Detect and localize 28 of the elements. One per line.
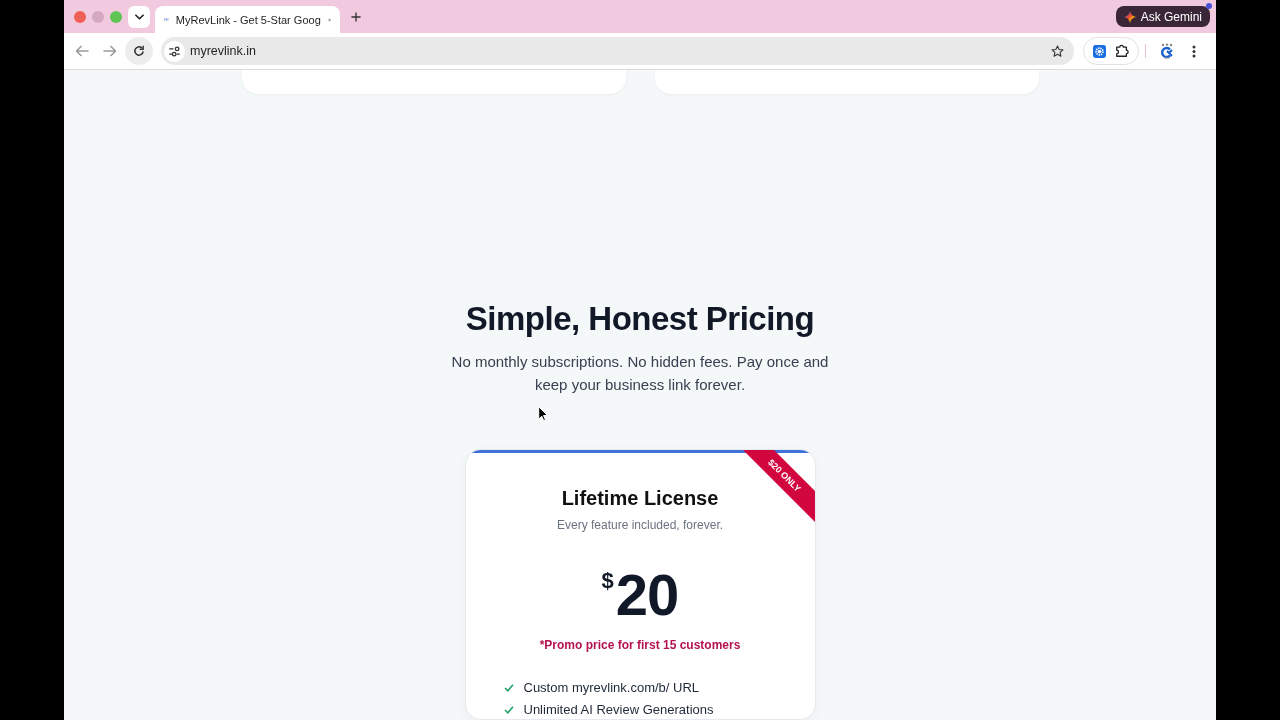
section-subtitle: No monthly subscriptions. No hidden fees. Pay once and keep your business link forever. bbox=[450, 352, 830, 395]
price-amount: 20 bbox=[615, 567, 679, 623]
browser-tab[interactable]: MyRevLink - Get 5-Star Goog bbox=[155, 6, 340, 33]
plan-tagline: Every feature included, forever. bbox=[556, 517, 724, 533]
check-icon bbox=[503, 705, 514, 714]
tune-icon[interactable] bbox=[164, 40, 185, 62]
feature-text: Unlimited AI Review Generations bbox=[523, 701, 714, 719]
check-icon bbox=[503, 683, 514, 692]
extension-icon[interactable] bbox=[1159, 43, 1175, 59]
currency-symbol: $ bbox=[601, 570, 614, 592]
more-menu-icon[interactable] bbox=[1192, 44, 1196, 58]
sparkle-icon bbox=[1123, 10, 1136, 23]
plan-title: Lifetime License bbox=[561, 486, 719, 511]
reload-button[interactable] bbox=[125, 37, 153, 65]
chevron-down-icon bbox=[134, 13, 144, 20]
new-tab-icon[interactable] bbox=[351, 11, 361, 22]
gear-tile-icon[interactable] bbox=[1092, 44, 1106, 58]
pointer-cursor-icon bbox=[538, 406, 548, 421]
promo-note: *Promo price for first 15 customers bbox=[539, 637, 741, 653]
ask-gemini-button[interactable]: Ask Gemini bbox=[1115, 6, 1210, 27]
tab-list-button[interactable] bbox=[128, 5, 150, 28]
section-heading: Simple, Honest Pricing bbox=[465, 299, 815, 339]
bookmark-star-icon[interactable] bbox=[1051, 44, 1064, 58]
address-bar[interactable]: myrevlink.in bbox=[161, 37, 1074, 65]
favicon-icon bbox=[164, 15, 169, 24]
puzzle-icon[interactable] bbox=[1115, 44, 1130, 58]
feature-text: Custom myrevlink.com/b/ URL bbox=[523, 679, 700, 697]
reload-icon bbox=[133, 45, 145, 57]
